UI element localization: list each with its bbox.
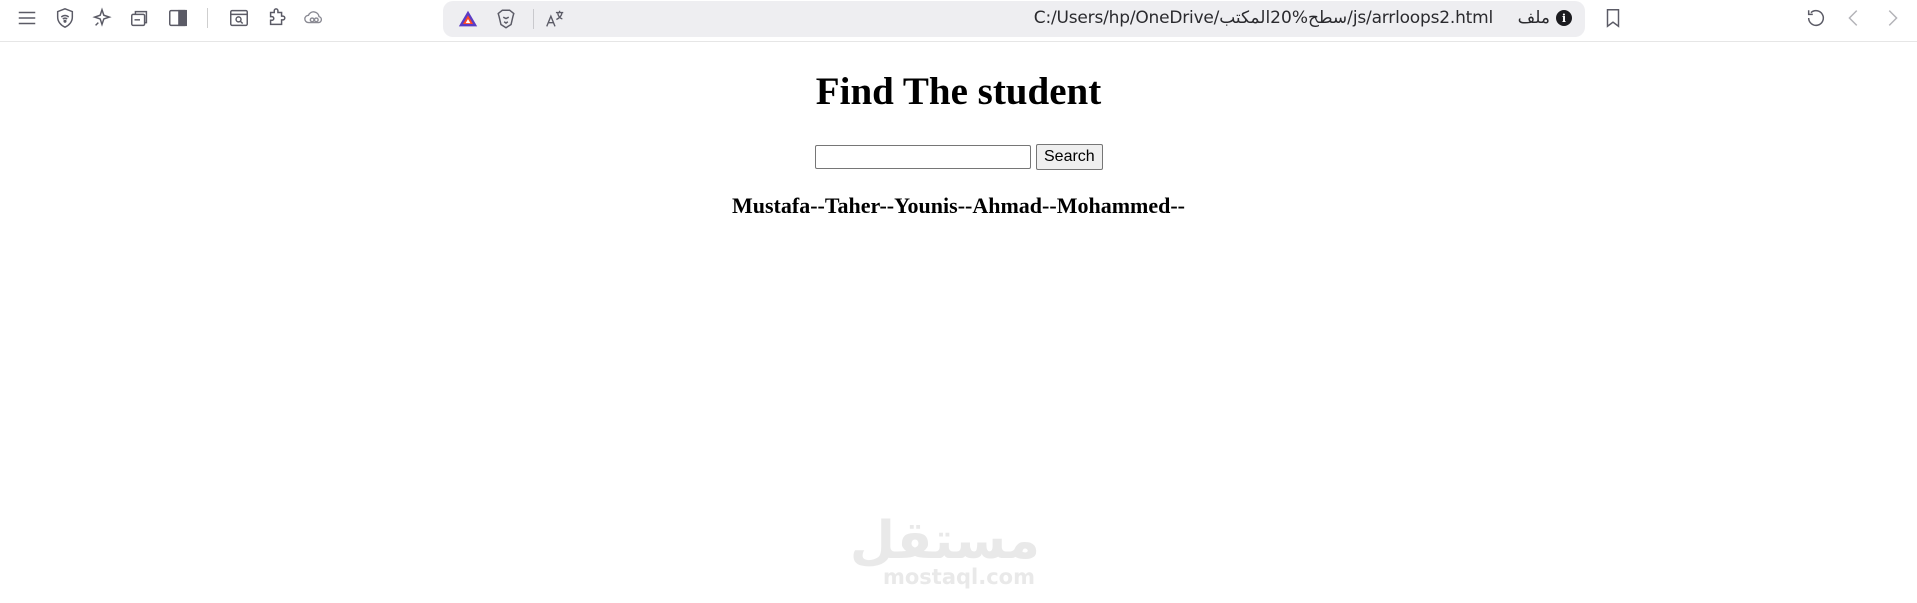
address-bar[interactable]: C:/Users/hp/OneDrive/سطح%20المكتب/js/arr… <box>443 1 1585 37</box>
search-form: Search <box>815 144 1103 170</box>
forward-icon[interactable] <box>1877 4 1907 32</box>
bookmark-icon[interactable] <box>1598 4 1628 32</box>
shield-wifi-icon[interactable] <box>50 4 80 32</box>
toolbar-separator <box>207 8 208 28</box>
translate-icon[interactable] <box>542 7 568 31</box>
browser-toolbar: C:/Users/hp/OneDrive/سطح%20المكتب/js/arr… <box>0 0 1917 42</box>
vpn-icon[interactable] <box>299 4 329 32</box>
reload-icon[interactable] <box>1801 4 1831 32</box>
search-button[interactable]: Search <box>1036 144 1103 170</box>
leo-ai-icon[interactable] <box>87 4 117 32</box>
brave-rewards-icon[interactable] <box>455 7 481 31</box>
scheme-label: ملف <box>1517 8 1550 28</box>
watermark-arabic: مستقل <box>849 511 1040 571</box>
page-title: Find The student <box>815 70 1102 113</box>
menu-icon[interactable] <box>12 4 42 32</box>
address-separator <box>533 9 534 29</box>
reader-search-icon[interactable] <box>224 4 254 32</box>
sidebar-icon[interactable] <box>163 4 193 32</box>
back-icon[interactable] <box>1839 4 1869 32</box>
brave-shields-icon[interactable] <box>493 7 519 31</box>
student-list: Mustafa--Taher--Younis--Ahmad--Mohammed-… <box>731 193 1185 218</box>
search-input[interactable] <box>815 145 1031 169</box>
site-info[interactable]: i ملف <box>1518 8 1572 28</box>
info-icon: i <box>1556 10 1572 26</box>
watermark-latin: mostaql.com <box>883 565 1035 589</box>
watermark-logo: مستقل mostaql.com <box>849 511 1040 589</box>
extensions-icon[interactable] <box>262 4 292 32</box>
tab-groups-icon[interactable] <box>125 4 155 32</box>
url-text[interactable]: C:/Users/hp/OneDrive/سطح%20المكتب/js/arr… <box>1034 8 1493 28</box>
